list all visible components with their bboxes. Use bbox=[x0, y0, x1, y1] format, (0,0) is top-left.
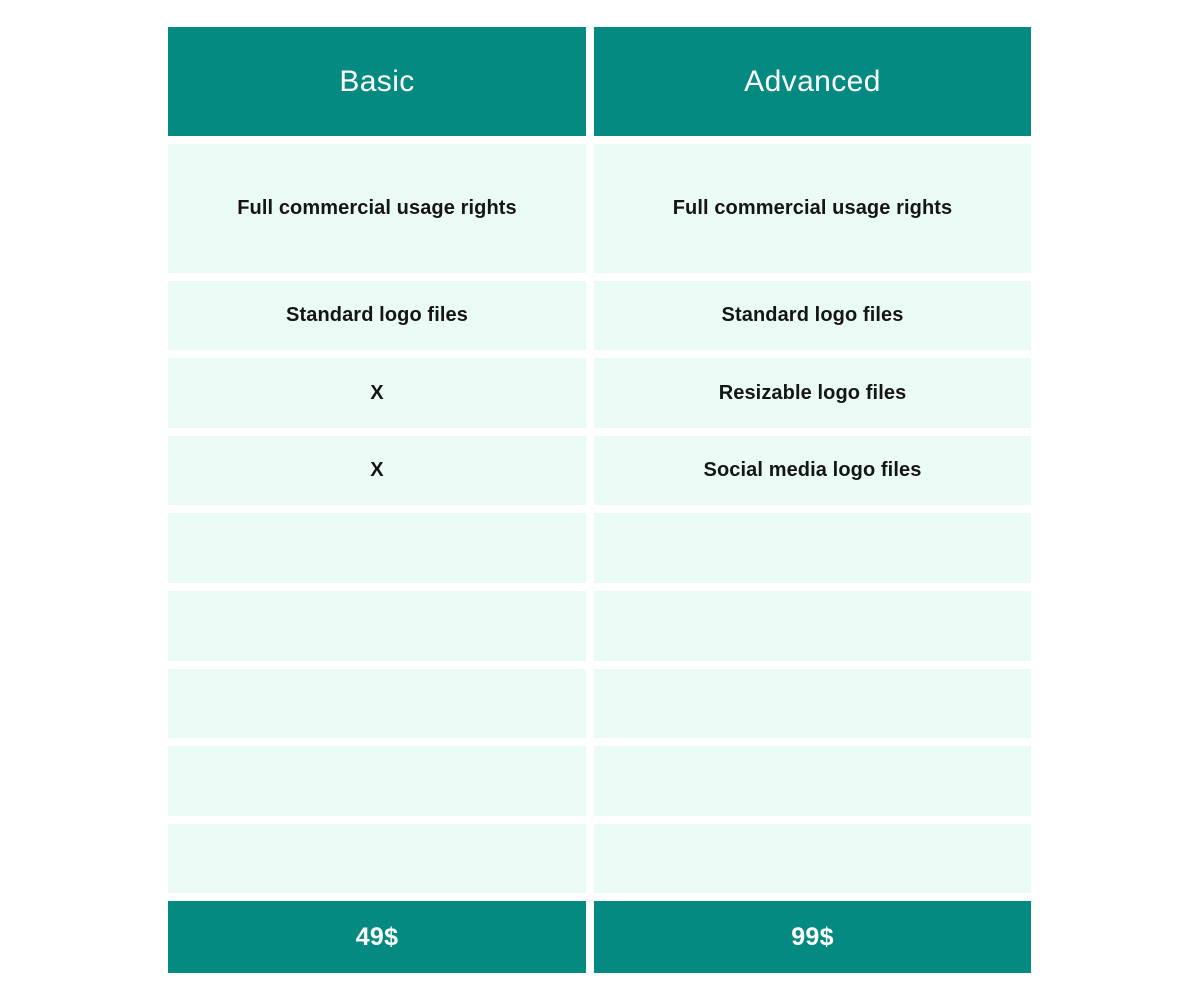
feature-cell-advanced-9 bbox=[594, 823, 1031, 894]
plan-price-advanced[interactable]: 99$ bbox=[594, 901, 1031, 973]
plan-price-basic[interactable]: 49$ bbox=[168, 901, 586, 973]
plan-header-advanced: Advanced bbox=[594, 27, 1031, 137]
feature-cell-basic-7 bbox=[168, 668, 586, 739]
feature-cell-advanced-8 bbox=[594, 746, 1031, 816]
feature-cell-advanced-5 bbox=[594, 513, 1031, 584]
feature-cell-advanced-3: Resizable logo files bbox=[594, 358, 1031, 428]
feature-cell-basic-1: Full commercial usage rights bbox=[168, 144, 586, 273]
feature-cell-basic-2: Standard logo files bbox=[168, 280, 586, 351]
feature-cell-advanced-6 bbox=[594, 591, 1031, 661]
feature-cell-basic-6 bbox=[168, 591, 586, 661]
pricing-comparison-table: Basic Full commercial usage rights Stand… bbox=[168, 27, 1031, 973]
feature-cell-basic-5 bbox=[168, 513, 586, 584]
feature-cell-basic-9 bbox=[168, 823, 586, 894]
plan-column-basic: Basic Full commercial usage rights Stand… bbox=[168, 27, 586, 973]
feature-cell-basic-8 bbox=[168, 746, 586, 816]
plan-header-basic: Basic bbox=[168, 27, 586, 137]
feature-cell-advanced-2: Standard logo files bbox=[594, 280, 1031, 351]
feature-cell-basic-4: X bbox=[168, 435, 586, 506]
plan-column-advanced: Advanced Full commercial usage rights St… bbox=[594, 27, 1031, 973]
feature-cell-advanced-1: Full commercial usage rights bbox=[594, 144, 1031, 273]
feature-cell-advanced-4: Social media logo files bbox=[594, 435, 1031, 506]
feature-cell-basic-3: X bbox=[168, 358, 586, 428]
feature-cell-advanced-7 bbox=[594, 668, 1031, 739]
